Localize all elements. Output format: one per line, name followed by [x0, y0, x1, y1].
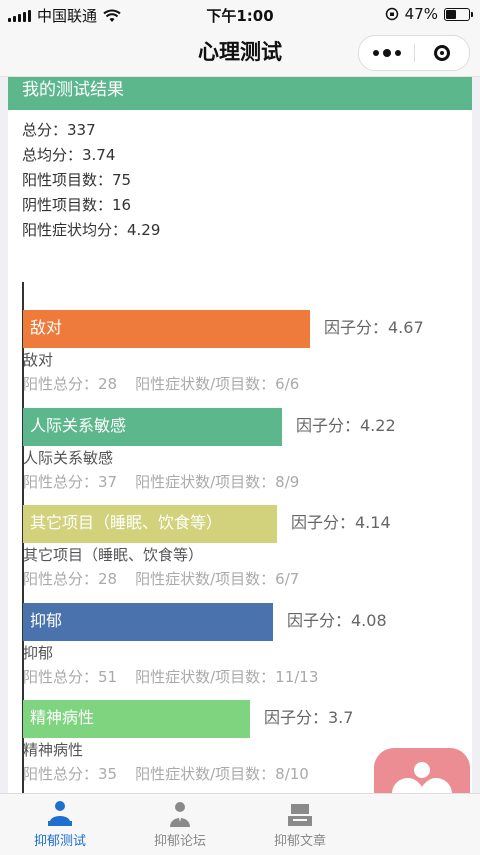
tab-forum-label: 抑郁论坛: [153, 834, 206, 849]
factor-score-label: 因子分：4.67: [324, 318, 424, 337]
factor-symptom-ratio: 阳性症状数/项目数：6/6: [135, 375, 300, 393]
summary-positive-average: 阳性症状均分：4.29: [22, 221, 161, 239]
factor-detail: 阳性总分：28 阳性症状数/项目数：6/7: [23, 568, 299, 589]
battery-level: [446, 9, 457, 19]
forum-person-icon: [170, 802, 190, 827]
summary-negative-count: 阴性项目数：16: [22, 196, 132, 214]
factor-symptom-ratio: 阳性症状数/项目数：11/13: [135, 667, 319, 686]
factor-positive-total: 阳性总分：28: [23, 375, 118, 393]
tab-bar: 抑郁测试 抑郁论坛 抑郁文章: [0, 793, 480, 855]
summary-positive-count: 阳性项目数：75: [22, 171, 132, 189]
tab-articles[interactable]: 抑郁文章: [240, 794, 360, 855]
result-summary: 总分：337 总均分：3.74 阳性项目数：75 阴性项目数：16 阳性症状均分…: [22, 118, 160, 243]
factor-name: 人际关系敏感: [23, 448, 114, 467]
close-circle-icon: [434, 45, 450, 61]
tab-forum[interactable]: 抑郁论坛: [120, 794, 240, 855]
factor-symptom-ratio: 阳性症状数/项目数：8/10: [135, 765, 309, 783]
factor-name: 精神病性: [23, 741, 84, 759]
battery-icon: [444, 7, 473, 21]
battery-percent: 47%: [404, 5, 438, 23]
summary-total: 总分：337: [22, 121, 96, 139]
close-button[interactable]: [415, 36, 469, 70]
more-dots-icon: [372, 50, 379, 56]
factor-score-label: 因子分：4.14: [291, 513, 391, 532]
factor-bar: 敌对: [23, 310, 310, 348]
factor-name: 其它项目（睡眠、饮食等）: [23, 546, 204, 564]
factor-positive-total: 阳性总分：51: [23, 667, 118, 686]
factor-bar: 人际关系敏感: [23, 407, 282, 446]
factor-name: 敌对: [23, 351, 54, 369]
status-right: 47%: [385, 5, 473, 23]
factor-detail: 阳性总分：28 阳性症状数/项目数：6/6: [23, 373, 299, 394]
factor-symptom-ratio: 阳性症状数/项目数：6/7: [135, 570, 300, 588]
more-button[interactable]: [359, 36, 414, 70]
content-scroll[interactable]: 我的测试结果 总分：337 总均分：3.74 阳性项目数：75 阴性项目数：16…: [0, 77, 480, 793]
factor-positive-total: 阳性总分：28: [23, 570, 118, 588]
nav-bar: 心理测试: [0, 28, 480, 77]
factor-name: 抑郁: [23, 643, 54, 662]
factor-score-label: 因子分：4.08: [287, 610, 387, 630]
factor-detail: 阳性总分：37 阳性症状数/项目数：8/9: [23, 471, 299, 492]
factor-score-label: 因子分：4.22: [296, 415, 396, 435]
test-person-icon: [48, 801, 72, 826]
status-bar: 中国联通 下午1:00 47%: [0, 0, 480, 28]
factor-positive-total: 阳性总分：35: [23, 765, 118, 783]
factor-bar: 精神病性: [23, 700, 250, 738]
factor-detail: 阳性总分：35 阳性症状数/项目数：8/10: [23, 763, 309, 784]
result-header: 我的测试结果: [8, 77, 472, 110]
result-card: 我的测试结果 总分：337 总均分：3.74 阳性项目数：75 阴性项目数：16…: [8, 77, 472, 793]
factor-positive-total: 阳性总分：37: [23, 472, 118, 491]
factor-bar: 抑郁: [23, 602, 273, 641]
orientation-lock-icon: [385, 7, 398, 21]
tab-articles-label: 抑郁文章: [273, 834, 326, 849]
tab-test[interactable]: 抑郁测试: [0, 794, 120, 855]
summary-average: 总均分：3.74: [22, 146, 116, 164]
mini-program-capsule: [358, 35, 470, 71]
factor-symptom-ratio: 阳性症状数/项目数：8/9: [135, 472, 300, 491]
factor-bar: 其它项目（睡眠、饮食等）: [23, 505, 277, 543]
factor-score-label: 因子分：3.7: [264, 708, 354, 727]
tab-test-label: 抑郁测试: [33, 834, 86, 849]
factor-detail: 阳性总分：51 阳性症状数/项目数：11/13: [23, 666, 318, 687]
article-icon: [288, 804, 312, 826]
